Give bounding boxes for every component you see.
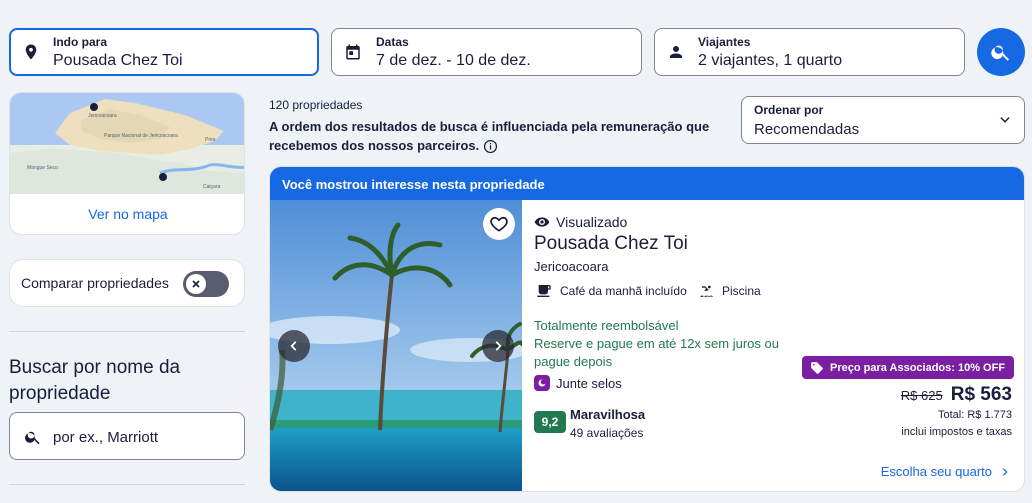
map-card[interactable]: Jericoacoara Parque Nacional de Jericoac…: [9, 92, 245, 235]
chevron-down-icon: [1000, 117, 1010, 123]
chevron-right-icon: [1002, 467, 1008, 476]
info-icon[interactable]: [483, 139, 498, 154]
stamp-icon: [534, 375, 550, 391]
member-price-badge: Preço para Associados: 10% OFF: [802, 356, 1014, 379]
chevron-left-icon: [290, 341, 297, 351]
amenity-pool: Piscina: [698, 283, 761, 299]
location-pin-icon: [25, 44, 37, 60]
compare-properties-toggle-row[interactable]: Comparar propriedades: [9, 259, 245, 307]
search-icon: [25, 431, 40, 445]
destination-label: Indo para: [53, 35, 108, 49]
close-icon: [192, 280, 200, 288]
sort-label: Ordenar por: [754, 103, 824, 117]
stamps-label: Junte selos: [556, 375, 622, 391]
interest-banner: Você mostrou interesse nesta propriedade: [270, 167, 1024, 200]
dates-label: Datas: [376, 35, 409, 49]
heart-icon: [490, 216, 508, 232]
property-name[interactable]: Pousada Chez Toi: [534, 233, 688, 255]
map-label: Mangue Seco: [27, 165, 58, 171]
search-button[interactable]: [977, 28, 1025, 76]
view-map-link[interactable]: Ver no mapa: [10, 206, 244, 222]
coffee-icon: [537, 285, 551, 297]
viewed-indicator: Visualizado: [534, 214, 627, 230]
original-price: R$ 625: [900, 388, 943, 403]
review-score-badge: 9,2: [534, 411, 566, 433]
map-label: Prea: [205, 137, 216, 143]
dates-value[interactable]: 7 de dez. - 10 de dez.: [376, 52, 531, 70]
sort-dropdown[interactable]: Ordenar por Recomendadas: [741, 96, 1025, 144]
amenity-breakfast: Café da manhã incluído: [536, 283, 687, 299]
person-icon: [670, 46, 682, 58]
viewed-label: Visualizado: [556, 214, 628, 230]
choose-room-link[interactable]: Escolha seu quarto: [881, 464, 1010, 479]
search-placeholder: por ex., Marriott: [53, 429, 159, 446]
tag-icon: [811, 361, 823, 374]
total-price: Total: R$ 1.773: [938, 409, 1012, 421]
destination-field[interactable]: Indo para Pousada Chez Toi: [9, 28, 319, 76]
collect-stamps: Junte selos: [534, 375, 622, 391]
pay-later-info: Reserve e pague em até 12x sem juros ou …: [534, 336, 779, 369]
next-photo-button[interactable]: [482, 330, 514, 362]
name-search-title: Buscar por nome da propriedade: [9, 357, 181, 404]
search-icon: [991, 45, 1010, 61]
property-location: Jericoacoara: [534, 259, 609, 274]
favorite-button[interactable]: [483, 208, 515, 240]
choose-room-label: Escolha seu quarto: [880, 464, 992, 479]
calendar-icon: [346, 44, 360, 60]
amenity-label: Café da manhã incluído: [560, 284, 687, 298]
destination-value[interactable]: Pousada Chez Toi: [53, 52, 183, 70]
price-row: R$ 625 R$ 563: [901, 384, 1012, 406]
ranking-disclaimer: A ordem dos resultados de busca é influe…: [269, 117, 739, 155]
amenity-label: Piscina: [722, 284, 761, 298]
map-label: Caiçara: [203, 184, 220, 190]
map-thumbnail[interactable]: Jericoacoara Parque Nacional de Jericoac…: [10, 93, 245, 194]
previous-photo-button[interactable]: [278, 330, 310, 362]
review-rating-label: Maravilhosa: [570, 407, 646, 422]
property-card[interactable]: Você mostrou interesse nesta propriedade: [269, 166, 1025, 492]
review-count[interactable]: 49 avaliações: [570, 426, 643, 440]
dates-field[interactable]: Datas 7 de dez. - 10 de dez.: [331, 28, 642, 76]
chevron-right-icon: [495, 341, 502, 351]
map-label: Jericoacoara: [88, 113, 117, 119]
travelers-label: Viajantes: [698, 35, 751, 49]
property-name-search-input[interactable]: por ex., Marriott: [9, 412, 245, 460]
divider: [9, 331, 245, 332]
photo-gallery[interactable]: [270, 200, 522, 491]
eye-icon: [534, 217, 550, 227]
refund-policy: Totalmente reembolsável: [534, 318, 679, 333]
travelers-value[interactable]: 2 viajantes, 1 quarto: [698, 52, 842, 70]
taxes-note: inclui impostos e taxas: [901, 426, 1012, 438]
divider: [9, 484, 245, 485]
sort-value: Recomendadas: [754, 121, 860, 138]
pool-icon: [699, 285, 713, 297]
results-count: 120 propriedades: [269, 98, 363, 112]
member-badge-label: Preço para Associados: 10% OFF: [830, 361, 1006, 374]
current-price: R$ 563: [950, 384, 1012, 405]
toggle-knob: [186, 274, 206, 294]
travelers-field[interactable]: Viajantes 2 viajantes, 1 quarto: [654, 28, 965, 76]
compare-toggle[interactable]: [183, 271, 229, 297]
compare-properties-label: Comparar propriedades: [21, 275, 169, 291]
map-label: Parque Nacional de Jericoacoara: [104, 133, 178, 139]
